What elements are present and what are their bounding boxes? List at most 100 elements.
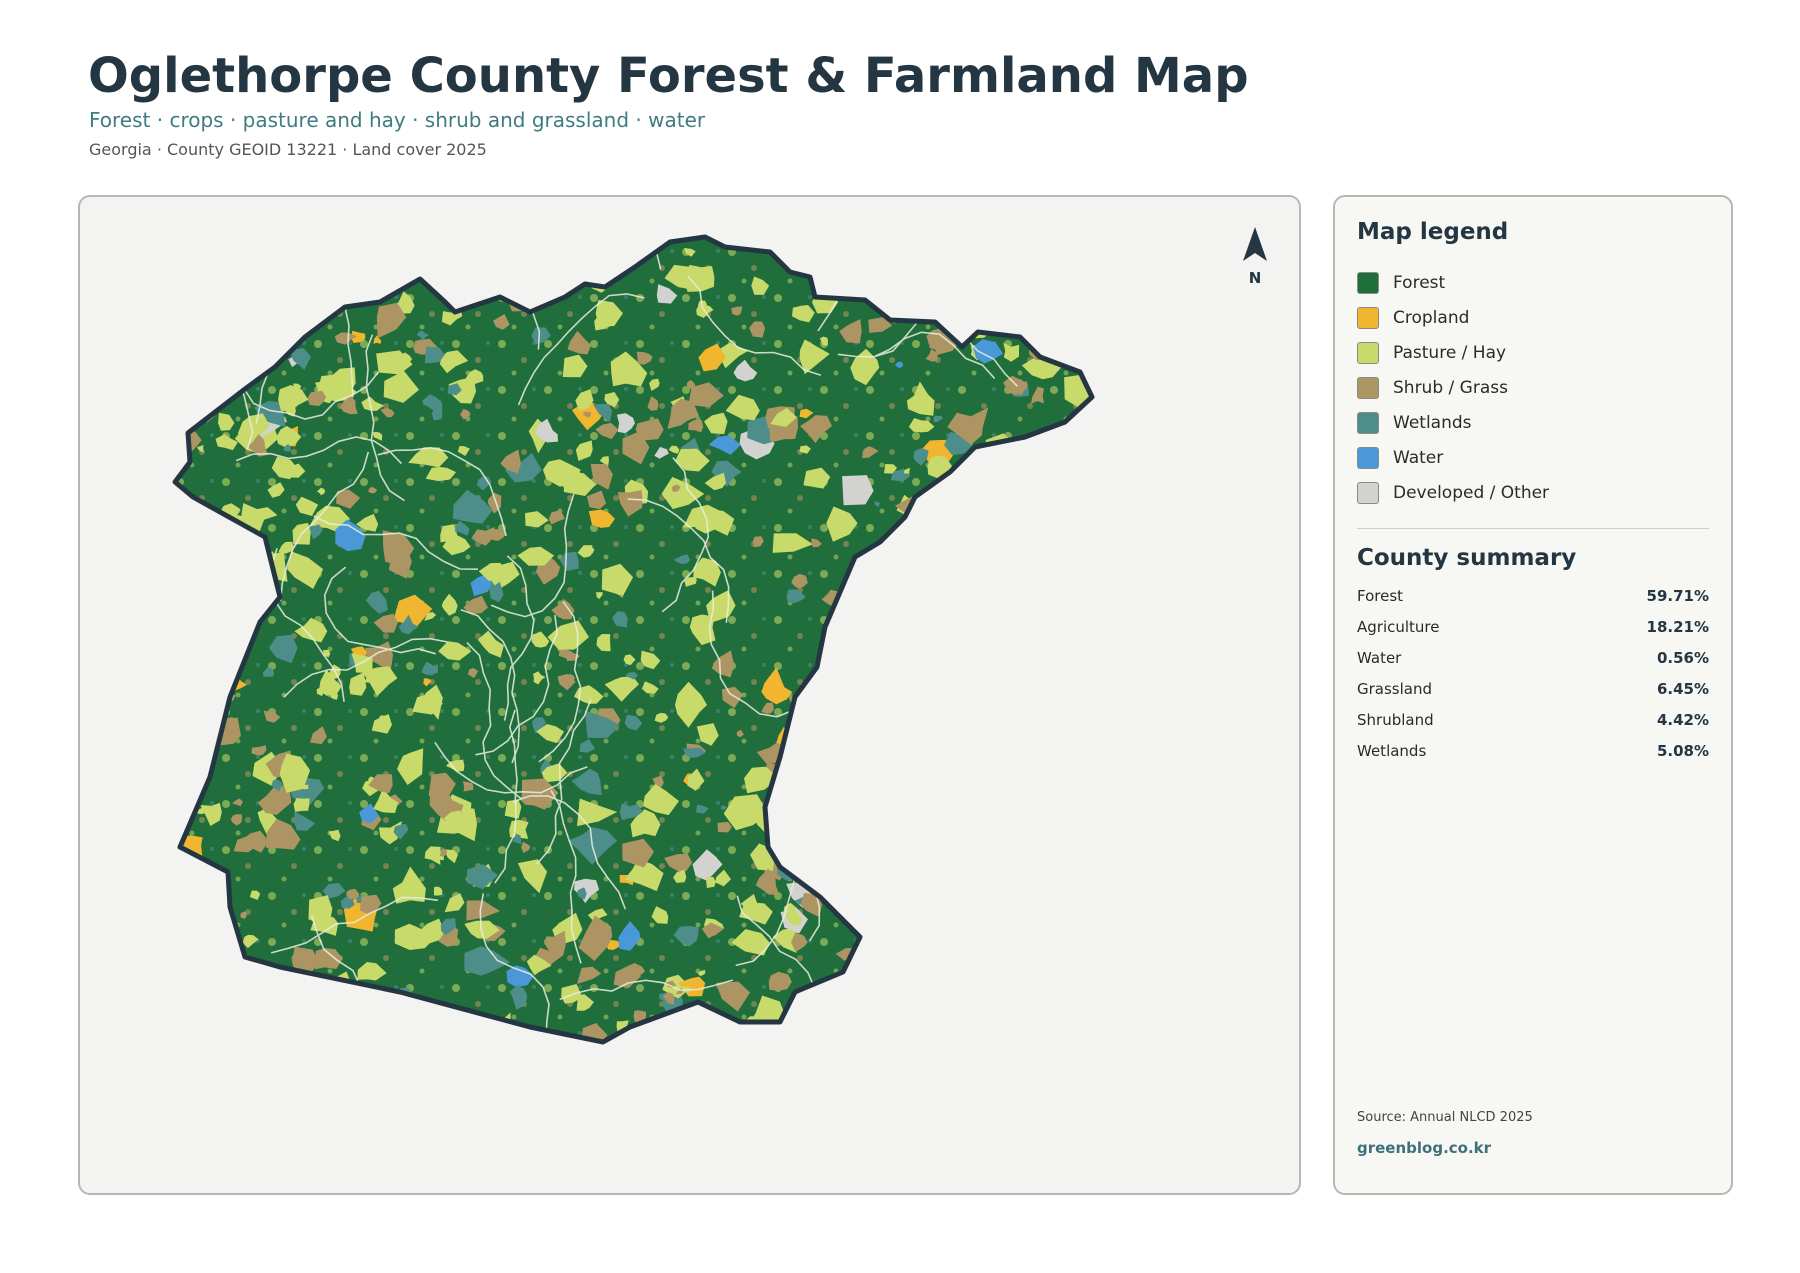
land-cover-patch	[471, 1031, 492, 1042]
land-cover-patch	[872, 252, 889, 265]
summary-row-agriculture: Agriculture 18.21%	[1357, 618, 1709, 649]
land-cover-patch	[956, 690, 994, 721]
land-cover-patch	[247, 308, 280, 337]
legend-list: Forest Cropland Pasture / Hay Shrub / Gr…	[1357, 265, 1549, 510]
legend-swatch	[1357, 306, 1379, 329]
land-cover-patch	[986, 513, 999, 526]
north-arrow-icon	[1243, 227, 1267, 261]
legend-label: Forest	[1393, 272, 1446, 293]
summary-label: Water	[1357, 649, 1402, 667]
land-cover-patch	[1037, 851, 1060, 894]
summary-row-wetlands: Wetlands 5.08%	[1357, 742, 1709, 773]
land-cover-patch	[988, 933, 1008, 953]
land-cover-patch	[1038, 792, 1063, 820]
summary-label: Agriculture	[1357, 618, 1440, 636]
legend-item-water: Water	[1357, 440, 1549, 475]
land-cover-patch	[232, 969, 261, 990]
land-cover-patch	[1062, 597, 1081, 617]
road-line	[1065, 505, 1092, 618]
land-cover-patch	[1082, 535, 1092, 556]
summary-value: 59.71%	[1646, 587, 1709, 605]
land-cover-patch	[243, 261, 252, 270]
land-cover-patch	[869, 695, 900, 728]
land-cover-patch	[1056, 931, 1080, 951]
land-cover-patch	[918, 237, 946, 249]
land-cover-patch	[1030, 569, 1046, 588]
land-cover-patch	[845, 1021, 859, 1032]
legend-swatch	[1357, 376, 1379, 399]
legend-label: Water	[1393, 447, 1444, 468]
land-cover-patch	[815, 245, 826, 252]
land-cover-patch	[979, 453, 988, 463]
land-cover-patch	[402, 1035, 418, 1042]
land-cover-patch	[989, 851, 1004, 863]
land-cover-patch	[1025, 697, 1067, 731]
land-cover-patch	[902, 664, 915, 677]
land-cover-patch	[1014, 500, 1042, 521]
land-cover-patch	[795, 1002, 818, 1021]
land-cover-patch	[1082, 904, 1092, 918]
land-cover-patch	[1030, 653, 1053, 672]
land-cover-patch	[416, 1012, 434, 1029]
land-cover-patch	[916, 1026, 925, 1036]
land-cover-patch	[184, 1040, 195, 1042]
land-cover-patch	[1048, 545, 1086, 576]
land-cover-patch	[895, 563, 902, 571]
land-cover-patch	[956, 1033, 989, 1042]
land-cover-patch	[818, 819, 837, 847]
land-cover-patch	[1073, 491, 1092, 514]
credit-link[interactable]: greenblog.co.kr	[1357, 1139, 1491, 1157]
legend-swatch	[1357, 446, 1379, 469]
land-cover-patch	[190, 238, 221, 272]
road-line	[233, 237, 382, 255]
land-cover-patch	[725, 227, 739, 236]
land-cover-patch	[1046, 903, 1061, 920]
land-cover-patch	[1001, 865, 1009, 878]
land-cover-patch	[851, 783, 886, 812]
road-line	[175, 632, 210, 741]
summary-value: 4.42%	[1656, 711, 1709, 729]
land-cover-patch	[898, 549, 912, 561]
land-cover-patch	[830, 879, 839, 888]
land-cover-patch	[395, 1045, 408, 1054]
legend-item-cropland: Cropland	[1357, 300, 1549, 335]
land-cover-patch	[1026, 488, 1039, 499]
land-cover-patch	[850, 654, 876, 676]
land-cover-patch	[1016, 803, 1037, 826]
land-cover-patch	[966, 703, 985, 722]
land-cover-patch	[206, 953, 230, 976]
summary-label: Wetlands	[1357, 742, 1427, 760]
land-cover-patch	[1024, 514, 1031, 521]
legend-label: Wetlands	[1393, 412, 1472, 433]
land-cover-patch	[942, 813, 952, 820]
land-cover-patch	[951, 865, 971, 885]
land-cover-patch	[908, 1012, 947, 1042]
land-cover-patch	[175, 897, 200, 918]
legend-item-developed-other: Developed / Other	[1357, 475, 1549, 510]
summary-value: 18.21%	[1646, 618, 1709, 636]
page-subtitle: Forest · crops · pasture and hay · shrub…	[89, 108, 706, 132]
legend-item-shrub-grass: Shrub / Grass	[1357, 370, 1549, 405]
land-cover-patch	[1088, 673, 1092, 680]
land-cover-patch	[175, 638, 188, 648]
road-line	[923, 887, 1073, 977]
legend-label: Developed / Other	[1393, 482, 1550, 503]
legend-panel: Map legend Forest Cropland Pasture / Hay…	[1333, 195, 1733, 1195]
land-cover-patch	[242, 324, 259, 339]
land-cover-patch	[1038, 900, 1062, 925]
land-cover-patch	[788, 1028, 816, 1042]
land-cover-patch	[1038, 702, 1057, 714]
land-cover-patch	[851, 799, 886, 830]
land-cover-patch	[614, 249, 633, 260]
land-cover-patch	[976, 632, 1010, 658]
land-cover-patch	[1029, 272, 1048, 283]
legend-swatch	[1357, 481, 1379, 504]
land-cover-patch	[1003, 775, 1041, 801]
land-cover-patch	[175, 243, 186, 262]
land-cover-patch	[1018, 765, 1036, 779]
road-line	[1060, 955, 1092, 981]
land-cover-patch	[960, 996, 971, 1004]
land-cover-patch	[1004, 960, 1044, 994]
land-cover-patch	[907, 615, 923, 631]
land-cover-patch	[847, 823, 871, 851]
